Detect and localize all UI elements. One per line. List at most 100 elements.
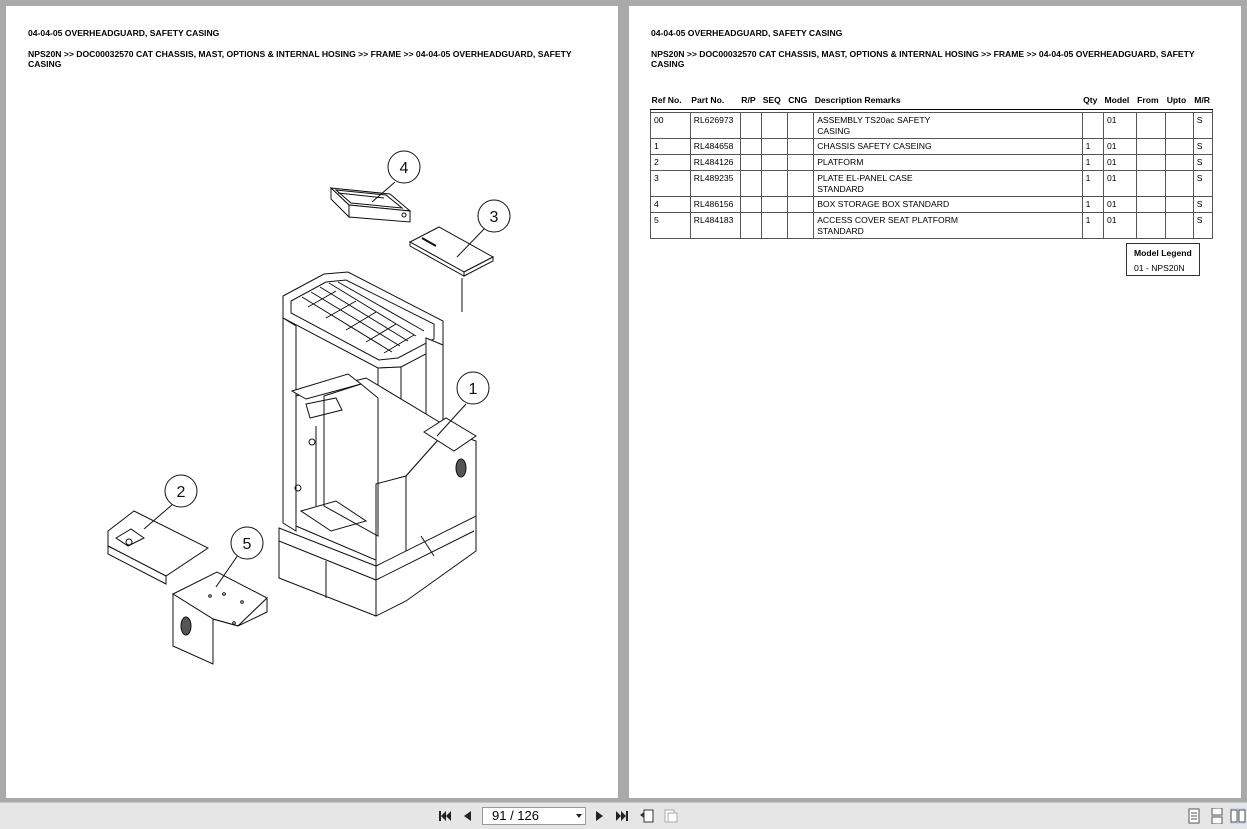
cell-ref: 2 [650,154,691,171]
cell-mr: S [1192,154,1214,171]
cell-from [1135,138,1167,155]
breadcrumb: NPS20N >> DOC00032570 CAT CHASSIS, MAST,… [651,49,1195,69]
cell-description: ASSEMBLY TS20ac SAFETY CASING [813,112,1083,139]
cell-cng [786,212,815,239]
callout-3: 3 [477,199,511,233]
prev-page-icon[interactable] [460,808,476,824]
svg-text:3: 3 [490,209,499,226]
next-page-icon[interactable] [591,808,607,824]
cell-description: BOX STORAGE BOX STANDARD [813,196,1083,213]
svg-text:5: 5 [243,536,252,553]
cell-model: 01 [1102,154,1137,171]
col-model: Model [1103,94,1137,110]
cell-rp [739,196,763,213]
cell-seq [761,138,788,155]
cell-cng [786,154,815,171]
cell-upto [1165,138,1194,155]
cell-mr: S [1192,170,1214,197]
cell-description: PLATFORM [813,154,1083,171]
cell-ref: 4 [650,196,691,213]
cell-part-no: RL484183 [689,212,741,239]
single-page-icon[interactable] [1186,808,1202,824]
col-seq: SEQ [761,94,788,110]
page-number-select[interactable]: 91 / 126 [482,807,586,825]
table-row: 2 RL484126 PLATFORM 1 01 S [650,154,1214,171]
cell-mr: S [1192,212,1214,239]
cell-model: 01 [1102,212,1137,239]
table-row: 1 RL484658 CHASSIS SAFETY CASEING 1 01 S [650,138,1214,155]
back-view-icon[interactable] [639,808,655,824]
callout-1: 1 [456,371,490,405]
cell-from [1135,170,1167,197]
cell-from [1135,154,1167,171]
callout-5: 5 [230,526,264,560]
cell-qty: 1 [1081,154,1104,171]
cell-ref: 3 [650,170,691,197]
section-title: 04-04-05 OVERHEADGUARD, SAFETY CASING [651,28,843,38]
cell-description: CHASSIS SAFETY CASEING [813,138,1083,155]
cell-part-no: RL486156 [689,196,741,213]
cell-ref: 5 [650,212,691,239]
cell-qty [1081,112,1104,139]
cell-from [1135,196,1167,213]
table-header-row: Ref No. Part No. R/P SEQ CNG Description… [650,94,1213,110]
cell-from [1135,212,1167,239]
svg-text:2: 2 [177,484,186,501]
table-row: 5 RL484183 ACCESS COVER SEAT PLATFORM ST… [650,212,1214,239]
cell-part-no: RL484658 [689,138,741,155]
cell-rp [739,154,763,171]
cell-seq [761,112,788,139]
parts-table: Ref No. Part No. R/P SEQ CNG Description… [650,94,1214,239]
cell-upto [1165,154,1194,171]
cell-part-no: RL484126 [689,154,741,171]
cell-model: 01 [1102,112,1137,139]
col-upto: Upto [1165,94,1194,110]
cell-cng [786,170,815,197]
col-description: Description Remarks [813,94,1083,110]
part-3-plate [408,226,495,312]
navigation-toolbar: 91 / 126 [0,802,1247,829]
col-from: From [1136,94,1166,110]
cell-cng [786,138,815,155]
cell-qty: 1 [1081,196,1104,213]
cell-qty: 1 [1081,138,1104,155]
cell-cng [786,196,815,213]
svg-text:4: 4 [400,160,409,177]
part-1-chassis [278,271,477,617]
cell-qty: 1 [1081,170,1104,197]
continuous-icon[interactable] [1209,808,1225,824]
cell-cng [786,112,815,139]
cell-from [1135,112,1167,139]
cell-upto [1165,112,1194,139]
cell-seq [761,212,788,239]
model-legend: Model Legend 01 - NPS20N [1126,243,1200,276]
col-cng: CNG [787,94,814,110]
cell-upto [1165,196,1194,213]
cell-model: 01 [1102,138,1137,155]
part-4-storage-box [329,186,412,223]
cell-description: PLATE EL-PANEL CASE STANDARD [813,170,1083,197]
first-page-icon[interactable] [437,808,453,824]
callout-2: 2 [164,474,198,508]
last-page-icon[interactable] [614,808,630,824]
cell-rp [739,138,763,155]
cell-model: 01 [1102,170,1137,197]
forward-view-icon[interactable] [663,808,679,824]
cell-rp [739,170,763,197]
cell-mr: S [1192,138,1214,155]
cell-seq [761,170,788,197]
cell-upto [1165,212,1194,239]
cell-rp [739,112,763,139]
cell-seq [761,154,788,171]
two-page-icon[interactable] [1230,808,1246,824]
cell-mr: S [1192,196,1214,213]
cell-part-no: RL626973 [689,112,741,139]
parts-diagram: 4 3 1 2 5 [107,150,511,665]
right-page: 04-04-05 OVERHEADGUARD, SAFETY CASING NP… [629,6,1241,798]
col-part-no: Part No. [690,94,741,110]
table-row: 4 RL486156 BOX STORAGE BOX STANDARD 1 01… [650,196,1214,213]
cell-rp [739,212,763,239]
model-legend-title: Model Legend [1134,248,1192,258]
cell-part-no: RL489235 [689,170,741,197]
cell-description: ACCESS COVER SEAT PLATFORM STANDARD [813,212,1083,239]
